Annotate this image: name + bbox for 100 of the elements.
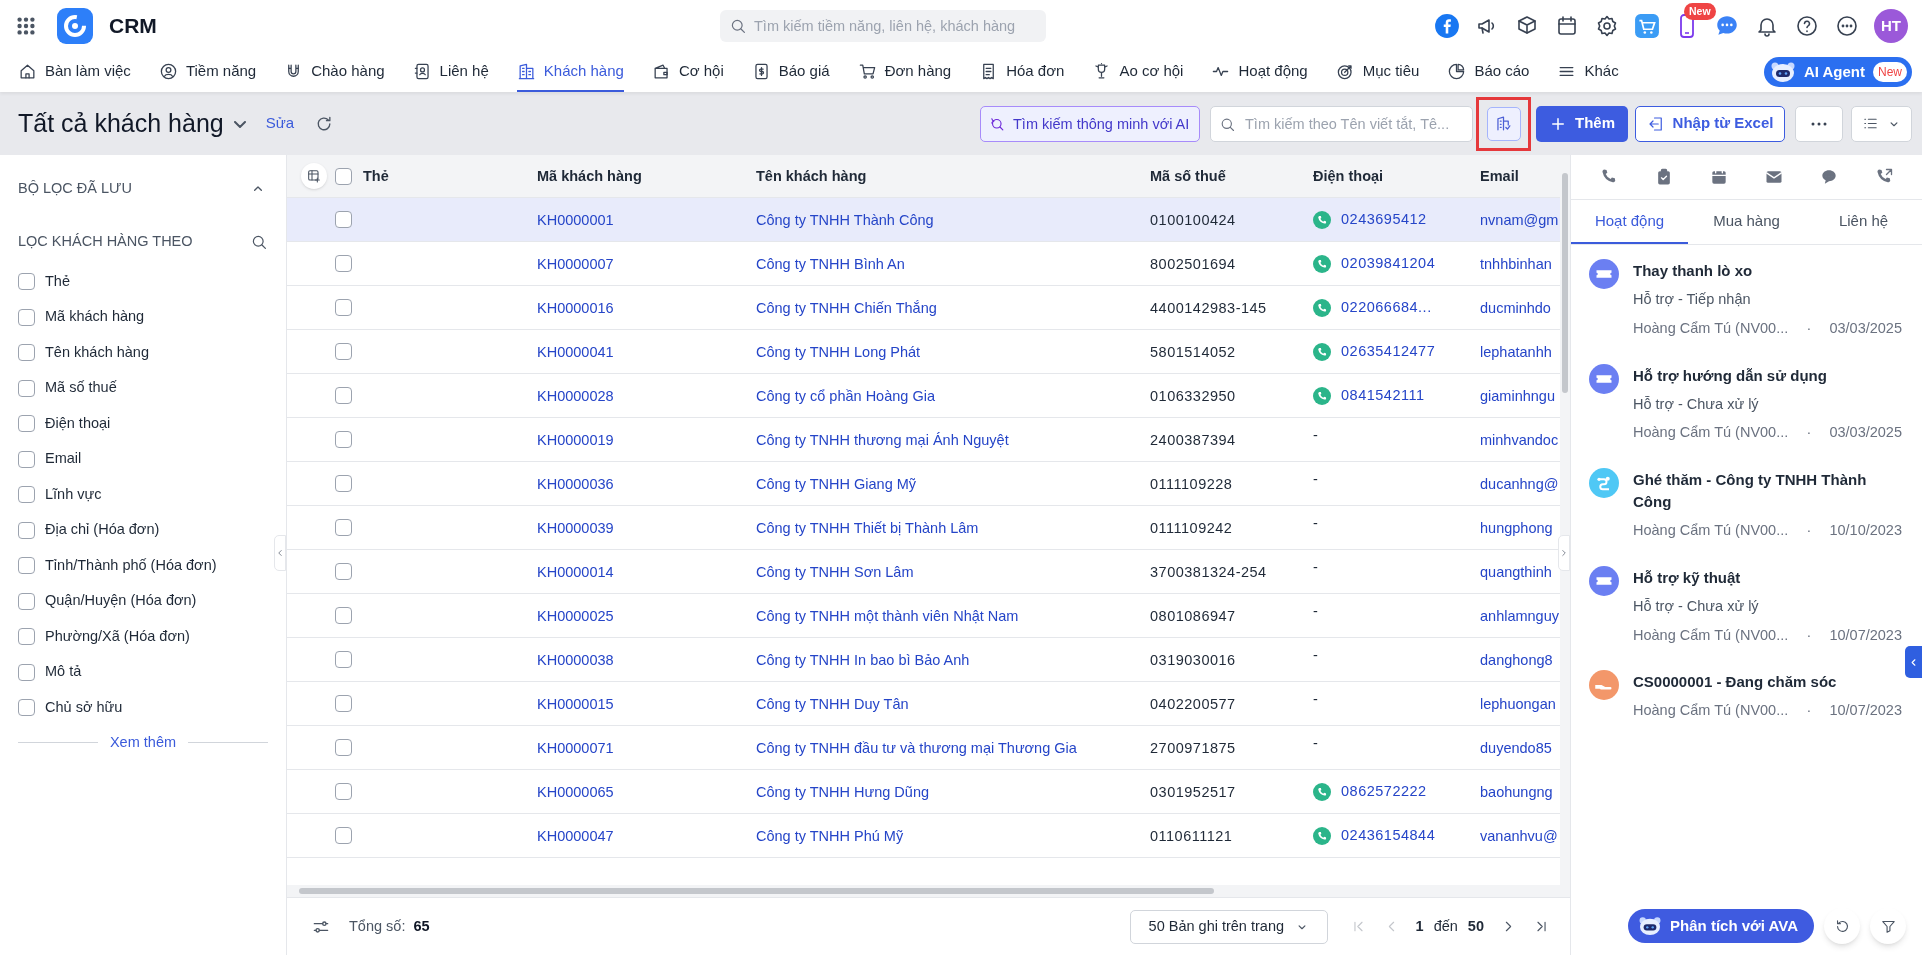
filter-option[interactable]: Thẻ: [45, 270, 70, 293]
ai-search-field[interactable]: Tìm kiếm thông minh với AI: [980, 105, 1200, 142]
filter-option[interactable]: Mô tả: [45, 661, 82, 684]
nav-tab[interactable]: Ao cơ hội: [1092, 52, 1184, 92]
email-link[interactable]: hungphong: [1480, 519, 1553, 536]
phone-link[interactable]: 0841542111: [1341, 384, 1425, 407]
nav-tab[interactable]: Hoạt động: [1211, 52, 1308, 92]
nav-tab[interactable]: Báo giá: [751, 52, 830, 92]
phone-link[interactable]: 02039841204: [1341, 252, 1436, 275]
nav-tab[interactable]: Đơn hàng: [857, 52, 952, 92]
import-excel-button[interactable]: Nhập từ Excel: [1635, 105, 1785, 142]
email-link[interactable]: lephatanhh: [1480, 343, 1552, 360]
edit-link[interactable]: Sửa: [265, 112, 295, 135]
column-header[interactable]: Điện thoại: [1313, 168, 1384, 184]
ai-agent-button[interactable]: AI Agent New: [1763, 57, 1912, 87]
filter-option[interactable]: Phường/Xã (Hóa đơn): [45, 625, 190, 648]
activity-title[interactable]: Ghé thăm - Công ty TNHH Thành Công: [1633, 466, 1902, 513]
nav-tab[interactable]: Mục tiêu: [1335, 52, 1420, 92]
activity-title[interactable]: Thay thanh lò xo: [1633, 257, 1902, 282]
activity-title[interactable]: Hỗ trợ hướng dẫn sử dụng: [1633, 361, 1902, 387]
customer-name-link[interactable]: Công ty TNHH Chiến Thắng: [756, 299, 937, 316]
add-button[interactable]: Thêm: [1536, 105, 1628, 142]
email-link[interactable]: nvnam@gm: [1480, 211, 1559, 228]
phone-link[interactable]: 022066684...: [1341, 296, 1432, 319]
customer-name-link[interactable]: Công ty TNHH Hưng Dũng: [756, 783, 930, 800]
filter-option[interactable]: Địa chỉ (Hóa đơn): [45, 519, 160, 542]
filter-option[interactable]: Lĩnh vực: [45, 483, 102, 506]
customer-code-link[interactable]: KH0000071: [537, 739, 614, 756]
ava-analysis-button[interactable]: Phân tích với AVA: [1628, 909, 1814, 943]
nav-tab[interactable]: Khác: [1557, 52, 1619, 92]
panel-tab[interactable]: Mua hàng: [1688, 200, 1805, 244]
filter-option[interactable]: Mã số thuế: [45, 377, 117, 400]
customer-code-link[interactable]: KH0000007: [537, 255, 614, 272]
email-link[interactable]: anhlamnguy: [1480, 607, 1559, 624]
customer-name-link[interactable]: Công ty TNHH Sơn Lâm: [756, 563, 914, 580]
user-avatar[interactable]: HT: [1874, 9, 1908, 43]
nav-tab[interactable]: Tiềm năng: [158, 52, 257, 92]
customer-name-link[interactable]: Công ty TNHH Duy Tân: [756, 695, 909, 712]
customer-code-link[interactable]: KH0000047: [537, 827, 614, 844]
nav-tab[interactable]: Chào hàng: [284, 52, 385, 92]
phone-link[interactable]: 02436154844: [1341, 824, 1436, 847]
nav-tab[interactable]: Bàn làm việc: [18, 52, 131, 92]
filter-option[interactable]: Quận/Huyện (Hóa đơn): [45, 590, 197, 613]
table-row[interactable]: KH0000001 Công ty TNHH Thành Công 0100100424 0243695412 nvnam@gm: [287, 198, 1560, 242]
customer-code-link[interactable]: KH0000038: [537, 651, 614, 668]
filter-option[interactable]: Tên khách hàng: [45, 341, 149, 364]
page-size-select[interactable]: 50 Bản ghi trên trang: [1129, 909, 1328, 944]
email-link[interactable]: duyendo85: [1480, 739, 1552, 756]
column-header[interactable]: Mã khách hàng: [537, 168, 642, 184]
customer-name-link[interactable]: Công ty TNHH Phú Mỹ: [756, 827, 904, 844]
email-link[interactable]: ducanhng@: [1480, 475, 1559, 492]
phone-link[interactable]: 0862572222: [1341, 780, 1427, 803]
email-link[interactable]: baohungng: [1480, 783, 1553, 800]
filter-option[interactable]: Tỉnh/Thành phố (Hóa đơn): [45, 554, 217, 577]
phone-link[interactable]: 0243695412: [1341, 208, 1427, 231]
customer-code-link[interactable]: KH0000039: [537, 519, 614, 536]
nav-tab[interactable]: Liên hệ: [412, 52, 489, 92]
email-link[interactable]: giaminhngu: [1480, 387, 1555, 404]
customer-code-link[interactable]: KH0000028: [537, 387, 614, 404]
email-link[interactable]: danghong8: [1480, 651, 1553, 668]
column-header[interactable]: Thẻ: [363, 168, 389, 184]
customer-name-link[interactable]: Công ty TNHH Thành Công: [756, 211, 934, 228]
filter-option[interactable]: Mã khách hàng: [45, 306, 145, 329]
panel-tab[interactable]: Liên hệ: [1805, 200, 1922, 244]
column-header[interactable]: Mã số thuế: [1150, 168, 1226, 184]
filter-option[interactable]: Email: [45, 448, 82, 471]
customer-name-link[interactable]: Công ty TNHH Long Phát: [756, 343, 921, 360]
filter-option[interactable]: Chủ sở hữu: [45, 696, 123, 719]
email-link[interactable]: quangthinh: [1480, 563, 1552, 580]
email-link[interactable]: vananhvu@: [1480, 827, 1558, 844]
activity-title[interactable]: Hỗ trợ kỹ thuật: [1633, 563, 1902, 589]
column-header[interactable]: Tên khách hàng: [756, 168, 867, 184]
customer-name-link[interactable]: Công ty TNHH đầu tư và thương mại Thương Gia: [756, 739, 1077, 756]
phone-link[interactable]: 02635412477: [1341, 340, 1436, 363]
customer-name-link[interactable]: Công ty TNHH Bình An: [756, 255, 905, 272]
customer-code-link[interactable]: KH0000025: [537, 607, 614, 624]
customer-code-link[interactable]: KH0000014: [537, 563, 614, 580]
customer-code-link[interactable]: KH0000036: [537, 475, 614, 492]
nav-tab[interactable]: Hóa đơn: [979, 52, 1065, 92]
customer-code-link[interactable]: KH0000065: [537, 783, 614, 800]
nav-tab[interactable]: Báo cáo: [1447, 52, 1530, 92]
filter-option[interactable]: Điện thoại: [45, 412, 111, 435]
panel-tab[interactable]: Hoạt động: [1571, 200, 1688, 244]
customer-name-link[interactable]: Công ty cổ phần Hoàng Gia: [756, 387, 935, 404]
global-search-field[interactable]: Tìm kiếm tiềm năng, liên hệ, khách hàng: [720, 10, 1046, 42]
email-link[interactable]: tnhhbinhan: [1480, 255, 1552, 272]
nav-tab[interactable]: Cơ hội: [651, 52, 724, 92]
customer-name-link[interactable]: Công ty TNHH Thiết bị Thành Lâm: [756, 519, 979, 536]
email-link[interactable]: minhvandoc: [1480, 431, 1559, 448]
customer-code-link[interactable]: KH0000001: [537, 211, 614, 228]
customer-name-link[interactable]: Công ty TNHH thương mại Ánh Nguyệt: [756, 431, 1009, 448]
search-field[interactable]: Tìm kiếm theo Tên viết tắt, Tê...: [1210, 105, 1473, 142]
activity-title[interactable]: CS0000001 - Đang chăm sóc: [1633, 668, 1902, 694]
customer-name-link[interactable]: Công ty TNHH một thành viên Nhật Nam: [756, 607, 1019, 624]
see-more-link[interactable]: Xem thêm: [109, 731, 177, 754]
customer-name-link[interactable]: Công ty TNHH Giang Mỹ: [756, 475, 917, 492]
customer-code-link[interactable]: KH0000016: [537, 299, 614, 316]
customer-code-link[interactable]: KH0000041: [537, 343, 614, 360]
email-link[interactable]: ducminhdo: [1480, 299, 1551, 316]
customer-code-link[interactable]: KH0000019: [537, 431, 614, 448]
